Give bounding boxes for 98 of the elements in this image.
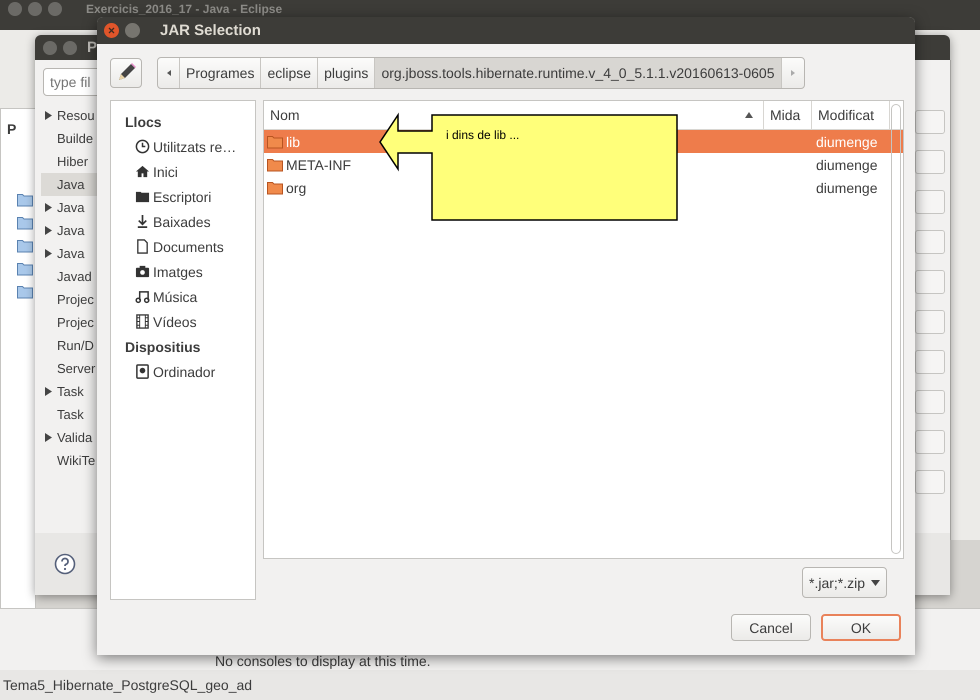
cancel-button[interactable]: Cancel — [731, 614, 811, 641]
settings-control[interactable] — [915, 150, 945, 174]
modified-date: diumenge — [815, 134, 878, 150]
left-arrow-icon[interactable] — [166, 70, 170, 76]
preference-item[interactable]: Projec — [41, 288, 97, 311]
ok-button[interactable]: OK — [821, 614, 901, 641]
place-item[interactable]: Imatges — [125, 259, 255, 284]
folder-icon — [17, 262, 33, 276]
camera-icon — [135, 264, 150, 279]
place-item[interactable]: Documents — [125, 234, 255, 259]
explorer-tab[interactable]: P — [7, 121, 16, 137]
settings-control[interactable] — [915, 270, 945, 294]
place-item[interactable]: Utilitzats re… — [125, 134, 255, 159]
expand-arrow-icon[interactable] — [44, 433, 53, 442]
path-segment[interactable]: Programes — [180, 58, 262, 88]
file-row[interactable]: org diumenge — [264, 176, 903, 199]
settings-control[interactable] — [915, 190, 945, 214]
file-name: lib — [286, 134, 300, 150]
preference-item[interactable]: WikiTe — [41, 449, 97, 472]
preference-item[interactable]: Run/D — [41, 334, 97, 357]
scrollbar[interactable] — [891, 104, 901, 554]
expand-arrow-icon[interactable] — [44, 203, 53, 212]
expand-arrow-icon[interactable] — [44, 226, 53, 235]
document-icon — [135, 239, 150, 254]
modified-date: diumenge — [815, 156, 878, 172]
modified-date: diumenge — [815, 180, 878, 196]
preference-item[interactable]: Projec — [41, 311, 97, 334]
settings-control[interactable] — [915, 310, 945, 334]
music-note-icon — [135, 289, 150, 304]
place-item[interactable]: Inici — [125, 159, 255, 184]
preference-item[interactable]: Resou — [41, 104, 97, 127]
preference-item[interactable]: Builde — [41, 127, 97, 150]
minimize-button[interactable] — [28, 2, 42, 16]
file-name: META-INF — [286, 156, 352, 172]
folder-icon — [267, 158, 283, 172]
right-arrow-icon[interactable] — [790, 70, 794, 76]
expand-arrow-icon[interactable] — [44, 249, 53, 258]
maximize-button[interactable] — [48, 2, 62, 16]
close-button[interactable] — [8, 2, 22, 16]
film-icon — [135, 314, 150, 329]
clock-icon — [135, 139, 150, 154]
maximize-button[interactable] — [63, 40, 77, 54]
settings-control[interactable] — [915, 230, 945, 254]
folder-icon — [267, 134, 283, 148]
column-header[interactable]: Mida — [764, 101, 812, 129]
preference-item[interactable]: Java — [41, 219, 97, 242]
column-header[interactable]: Modificat — [812, 101, 890, 129]
folder-icon — [17, 193, 33, 207]
folder-icon — [17, 216, 33, 230]
project-name: Tema5_Hibernate_PostgreSQL_geo_ad — [3, 677, 252, 693]
preference-item[interactable]: Task — [41, 380, 97, 403]
expand-arrow-icon[interactable] — [44, 387, 53, 396]
folder-icon — [267, 180, 283, 194]
settings-control[interactable] — [915, 350, 945, 374]
window-title: P — [87, 39, 98, 56]
dialog-title: JAR Selection — [160, 22, 261, 39]
preference-item[interactable]: Java — [41, 173, 97, 196]
dropdown-arrow-icon[interactable] — [871, 580, 880, 586]
callout-text: i dins de lib ... — [446, 128, 520, 142]
expand-arrow-icon[interactable] — [44, 111, 53, 120]
preference-item[interactable]: Hiber — [41, 150, 97, 173]
maximize-button[interactable] — [125, 23, 140, 38]
console-message: No consoles to display at this time. — [215, 653, 431, 669]
folder-icon — [135, 189, 150, 204]
settings-control[interactable] — [915, 390, 945, 414]
sort-arrow-icon — [745, 112, 753, 118]
place-item[interactable]: Vídeos — [125, 309, 255, 334]
preference-item[interactable]: Java — [41, 196, 97, 219]
help-icon[interactable] — [54, 553, 76, 575]
place-item[interactable]: Escriptori — [125, 184, 255, 209]
close-icon[interactable] — [108, 27, 115, 34]
folder-icon — [17, 285, 33, 299]
close-button[interactable] — [43, 40, 57, 54]
path-segment[interactable]: eclipse — [261, 58, 318, 88]
place-item[interactable]: Ordinador — [125, 359, 255, 384]
preference-item[interactable]: Java — [41, 242, 97, 265]
section-heading: Llocs — [125, 112, 163, 132]
drive-icon — [135, 364, 150, 379]
window-title: Exercicis_2016_17 - Java - Eclipse — [86, 2, 282, 16]
download-icon — [135, 214, 150, 229]
file-type-dropdown[interactable]: *.jar;*.zip — [802, 567, 888, 598]
place-item[interactable]: Baixades — [125, 209, 255, 234]
preference-item[interactable]: Valida — [41, 426, 97, 449]
settings-control[interactable] — [915, 430, 945, 454]
preference-item[interactable]: Server — [41, 357, 97, 380]
edit-location-button[interactable] — [110, 58, 142, 88]
preference-item[interactable]: Javad — [41, 265, 97, 288]
file-row[interactable]: META-INF diumenge — [264, 153, 903, 176]
file-name: org — [286, 180, 306, 196]
preference-item[interactable]: Task — [41, 403, 97, 426]
section-heading: Dispositius — [125, 338, 202, 357]
close-button[interactable] — [104, 23, 119, 38]
settings-control[interactable] — [915, 470, 945, 494]
path-segment[interactable]: org.jboss.tools.hibernate.runtime.v_4_0_5.1.1.v20160613-0605 — [375, 58, 782, 88]
folder-icon — [17, 239, 33, 253]
settings-control[interactable] — [915, 110, 945, 134]
place-item[interactable]: Música — [125, 284, 255, 309]
home-icon — [135, 164, 150, 179]
